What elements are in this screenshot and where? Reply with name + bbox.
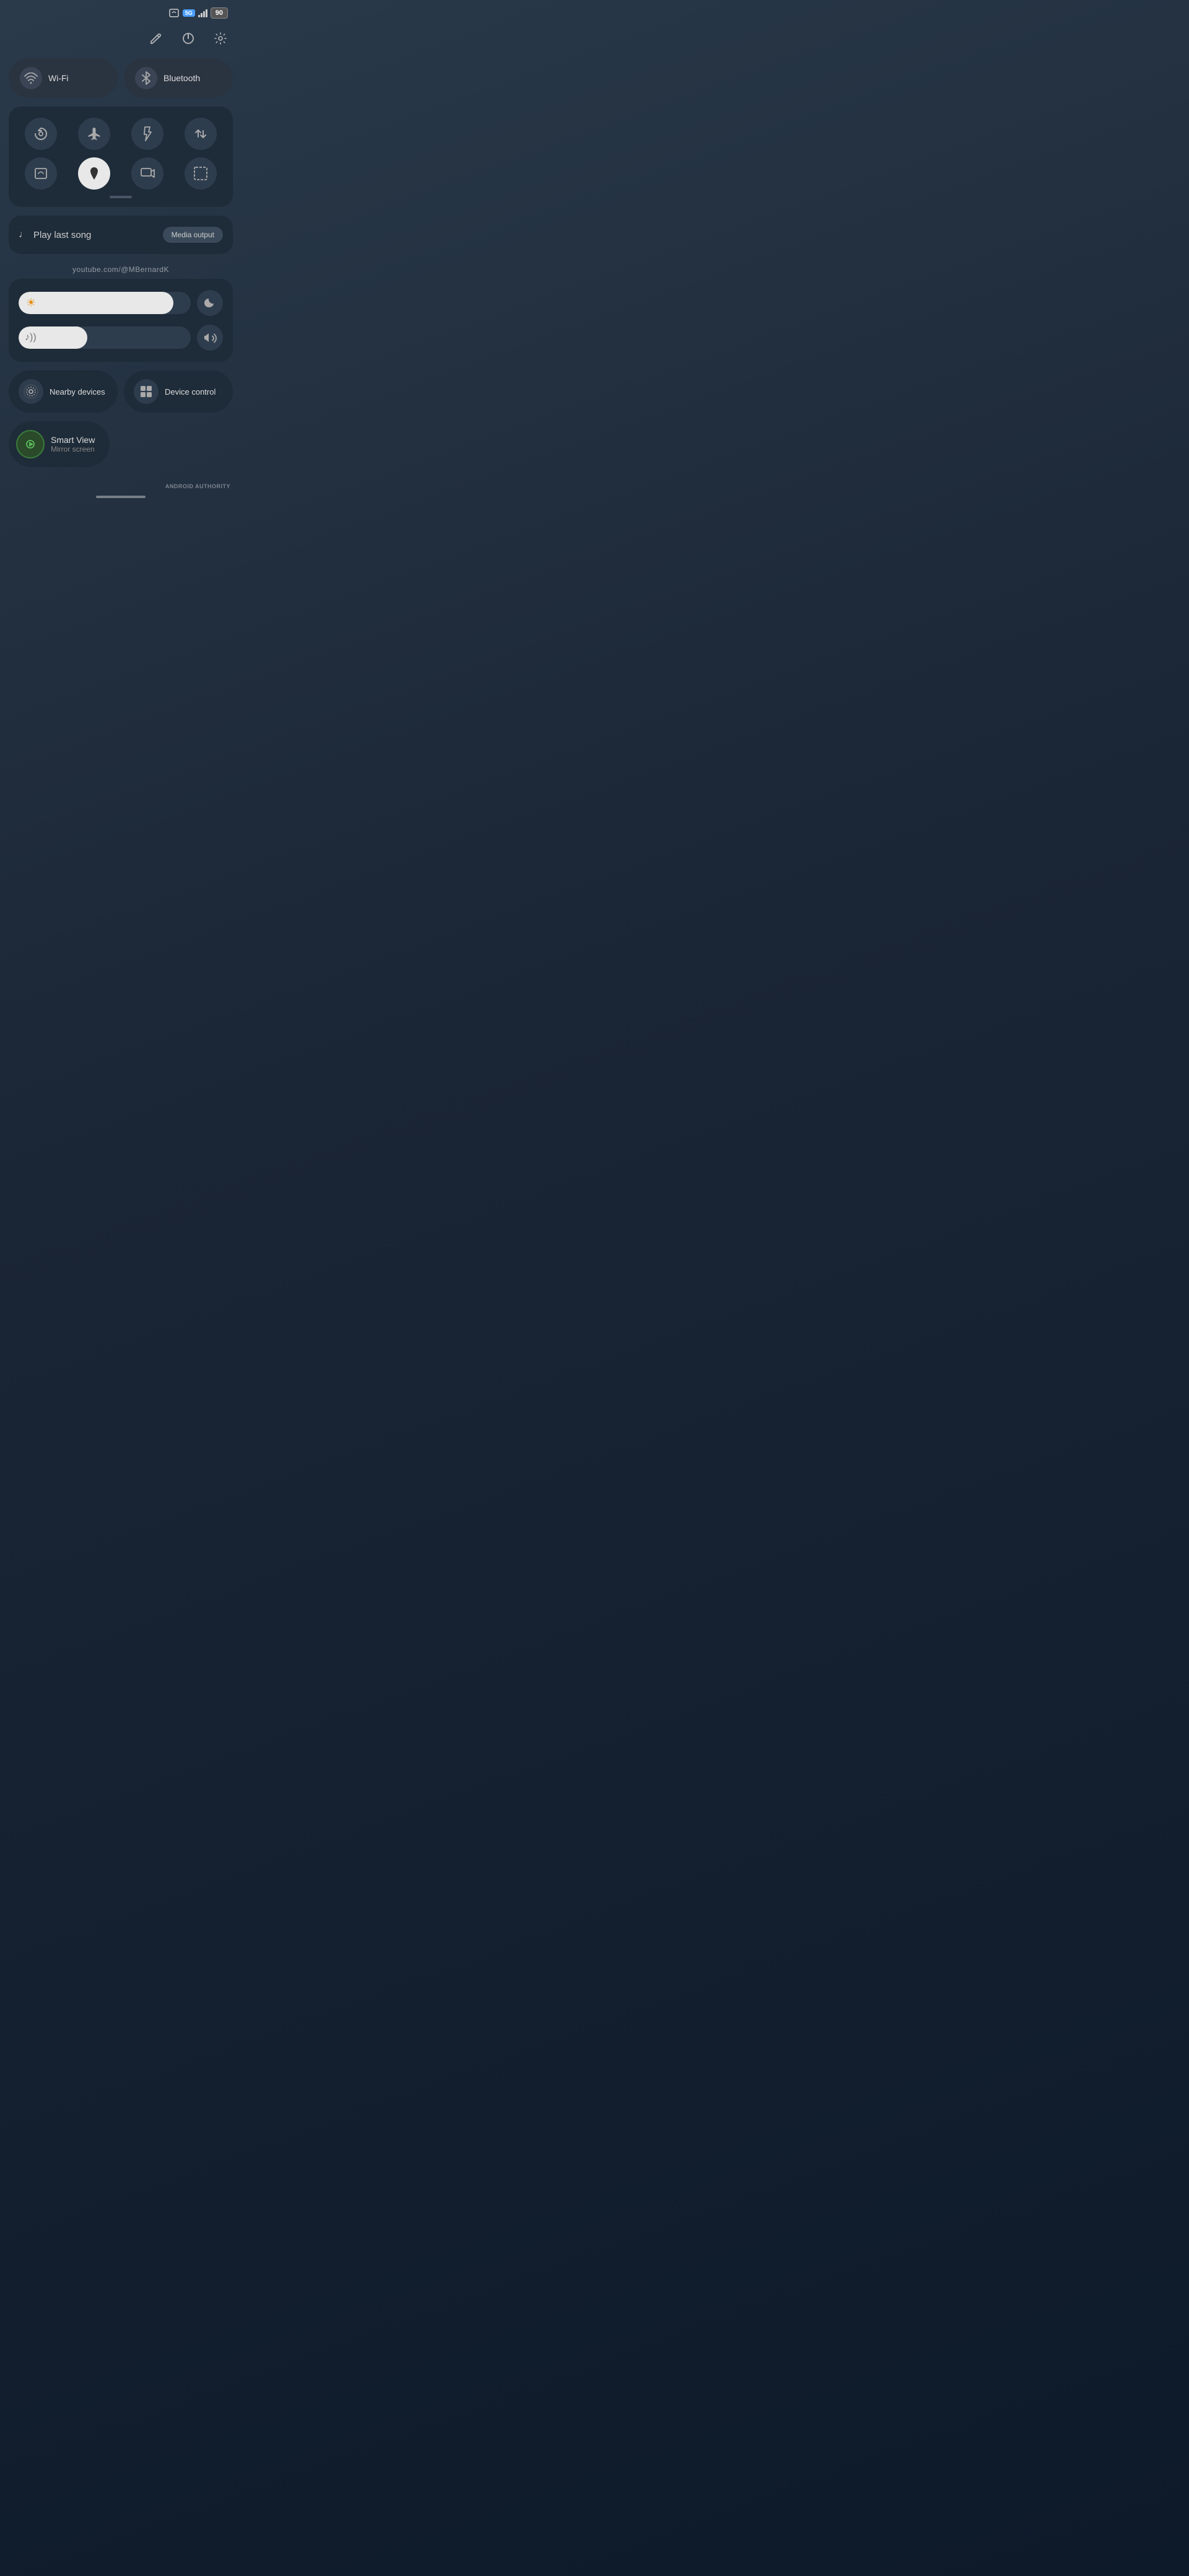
location-icon	[78, 157, 110, 190]
screenshot-toggle[interactable]	[177, 157, 224, 190]
wifi-toggle[interactable]: Wi-Fi	[9, 58, 118, 98]
media-player: ♩ Play last song Media output	[9, 216, 233, 254]
flashlight-toggle[interactable]	[124, 118, 171, 150]
airplane-icon	[78, 118, 110, 150]
status-icons: 5G 90	[168, 7, 228, 19]
music-volume-icon: ♪))	[25, 332, 37, 343]
bluetooth-toggle[interactable]: Bluetooth	[124, 58, 233, 98]
nearby-devices-icon	[19, 379, 43, 404]
screenshot-icon	[185, 157, 217, 190]
wifi-icon	[20, 67, 42, 89]
smart-view-subtitle: Mirror screen	[51, 445, 95, 453]
screen-record-toggle[interactable]	[124, 157, 171, 190]
mute-button[interactable]	[197, 325, 223, 351]
toggles-grid	[17, 118, 224, 190]
nearby-devices-tile[interactable]: Nearby devices	[9, 370, 118, 413]
auto-rotate-icon	[25, 118, 57, 150]
nfc-toggle[interactable]	[17, 157, 64, 190]
brightness-row: ☀	[19, 290, 223, 316]
top-actions-row	[9, 22, 233, 58]
nfc-icon	[168, 7, 180, 19]
power-button[interactable]	[178, 28, 198, 48]
location-toggle[interactable]	[71, 157, 118, 190]
smart-view-text: Smart View Mirror screen	[51, 435, 95, 453]
smart-view-icon	[16, 430, 45, 458]
sun-icon: ☀	[26, 297, 36, 310]
auto-rotate-toggle[interactable]	[17, 118, 64, 150]
brightness-slider[interactable]: ☀	[19, 292, 191, 314]
watermark-text: youtube.com/@MBernardK	[9, 263, 233, 279]
brightness-fill	[19, 292, 173, 314]
media-label: Play last song	[33, 230, 91, 240]
bluetooth-icon	[135, 67, 157, 89]
device-control-tile[interactable]: Device control	[124, 370, 233, 413]
data-transfer-icon	[185, 118, 217, 150]
5g-badge: 5G	[183, 9, 195, 17]
drag-handle	[110, 196, 132, 198]
device-control-label: Device control	[165, 387, 216, 396]
volume-row: ♪))	[19, 325, 223, 351]
smart-view-tile[interactable]: Smart View Mirror screen	[9, 421, 110, 467]
sliders-panel: ☀ ♪))	[9, 279, 233, 362]
bluetooth-label: Bluetooth	[163, 73, 200, 83]
attribution-text: ANDROID AUTHORITY	[9, 480, 233, 489]
volume-slider[interactable]: ♪))	[19, 326, 191, 349]
media-left: ♩ Play last song	[19, 229, 91, 240]
quick-toggles-panel	[9, 107, 233, 207]
night-mode-button[interactable]	[197, 290, 223, 316]
smart-view-title: Smart View	[51, 435, 95, 445]
flashlight-icon	[131, 118, 163, 150]
nearby-devices-label: Nearby devices	[50, 387, 105, 396]
data-transfer-toggle[interactable]	[177, 118, 224, 150]
connectivity-row: Wi-Fi Bluetooth	[9, 58, 233, 98]
wifi-label: Wi-Fi	[48, 73, 69, 83]
battery-badge: 90	[211, 7, 228, 19]
media-output-button[interactable]: Media output	[163, 227, 223, 243]
status-bar: 5G 90	[9, 0, 233, 22]
nav-bar-indicator	[96, 496, 146, 498]
bottom-tiles-row: Nearby devices Device control	[9, 370, 233, 413]
settings-button[interactable]	[211, 28, 230, 48]
screen-record-icon	[131, 157, 163, 190]
signal-bars	[198, 9, 207, 17]
device-control-icon	[134, 379, 159, 404]
nfc-toggle-icon	[25, 157, 57, 190]
airplane-mode-toggle[interactable]	[71, 118, 118, 150]
music-note-icon: ♩	[19, 229, 28, 240]
edit-button[interactable]	[146, 28, 166, 48]
